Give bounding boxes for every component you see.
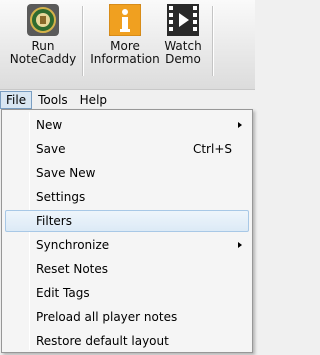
menu-item-label: Filters: [36, 214, 72, 228]
more-information-button[interactable]: More Information: [90, 2, 160, 88]
menu-item-label: New: [36, 118, 63, 132]
menu-item-synchronize[interactable]: Synchronize: [5, 234, 249, 256]
menu-help[interactable]: Help: [74, 91, 113, 109]
info-icon: [109, 4, 141, 36]
menu-item-label: Save New: [36, 166, 96, 180]
run-notecaddy-label: Run NoteCaddy: [9, 39, 77, 66]
menu-item-reset-notes[interactable]: Reset Notes: [5, 258, 249, 280]
menu-item-label: Save: [36, 142, 66, 156]
menu-item-settings[interactable]: Settings: [5, 186, 249, 208]
menu-item-filters[interactable]: Filters: [5, 210, 249, 232]
menu-item-label: Reset Notes: [36, 262, 108, 276]
more-information-label: More Information: [90, 39, 160, 66]
menu-item-new[interactable]: New: [5, 114, 249, 136]
notecaddy-logo-icon: [27, 4, 59, 36]
menu-item-save[interactable]: Save Ctrl+S: [5, 138, 249, 160]
menu-item-label: Synchronize: [36, 238, 110, 252]
toolbar-separator: [82, 6, 83, 76]
watch-demo-label: Watch Demo: [164, 39, 202, 66]
menu-tools[interactable]: Tools: [32, 91, 74, 109]
menu-item-label: Edit Tags: [36, 286, 90, 300]
toolbar-separator: [212, 6, 213, 76]
menu-item-label: Settings: [36, 190, 86, 204]
submenu-arrow-icon: [238, 242, 242, 248]
menu-bar: File Tools Help: [0, 91, 255, 109]
toolbar: Run NoteCaddy More Information Watch Dem…: [0, 0, 255, 90]
film-play-icon: [167, 4, 199, 36]
menu-file[interactable]: File: [0, 91, 33, 109]
file-menu-dropdown: New Save Ctrl+S Save New Settings Filter…: [1, 109, 253, 353]
menu-item-shortcut: Ctrl+S: [192, 142, 232, 156]
menu-item-label: Preload all player notes: [36, 310, 178, 324]
menu-item-save-new[interactable]: Save New: [5, 162, 249, 184]
menu-item-restore-default-layout[interactable]: Restore default layout: [5, 330, 249, 352]
submenu-arrow-icon: [238, 122, 242, 128]
menu-item-edit-tags[interactable]: Edit Tags: [5, 282, 249, 304]
run-notecaddy-button[interactable]: Run NoteCaddy: [8, 2, 78, 88]
menu-item-preload-all-player-notes[interactable]: Preload all player notes: [5, 306, 249, 328]
menu-item-label: Restore default layout: [36, 334, 169, 348]
watch-demo-button[interactable]: Watch Demo: [158, 2, 208, 88]
